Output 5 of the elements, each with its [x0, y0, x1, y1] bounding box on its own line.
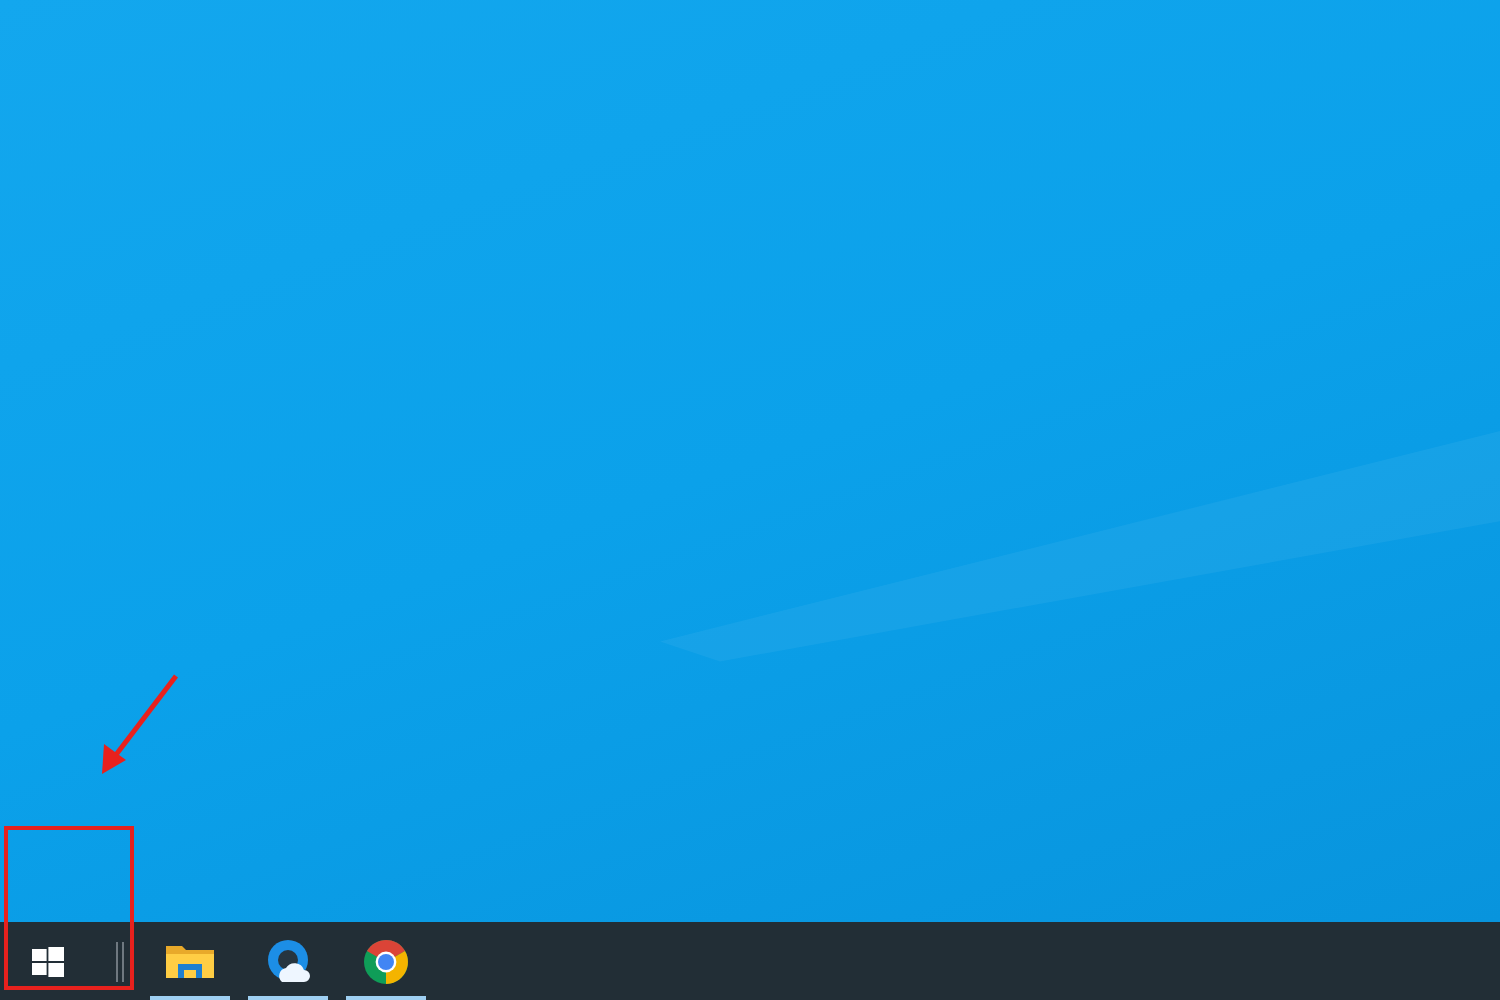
grip-handle-icon[interactable]	[115, 941, 123, 981]
browser-icon	[264, 937, 312, 985]
browser-icon	[362, 937, 410, 985]
windows-logo-icon	[32, 945, 64, 977]
annotation-arrow	[102, 674, 178, 774]
